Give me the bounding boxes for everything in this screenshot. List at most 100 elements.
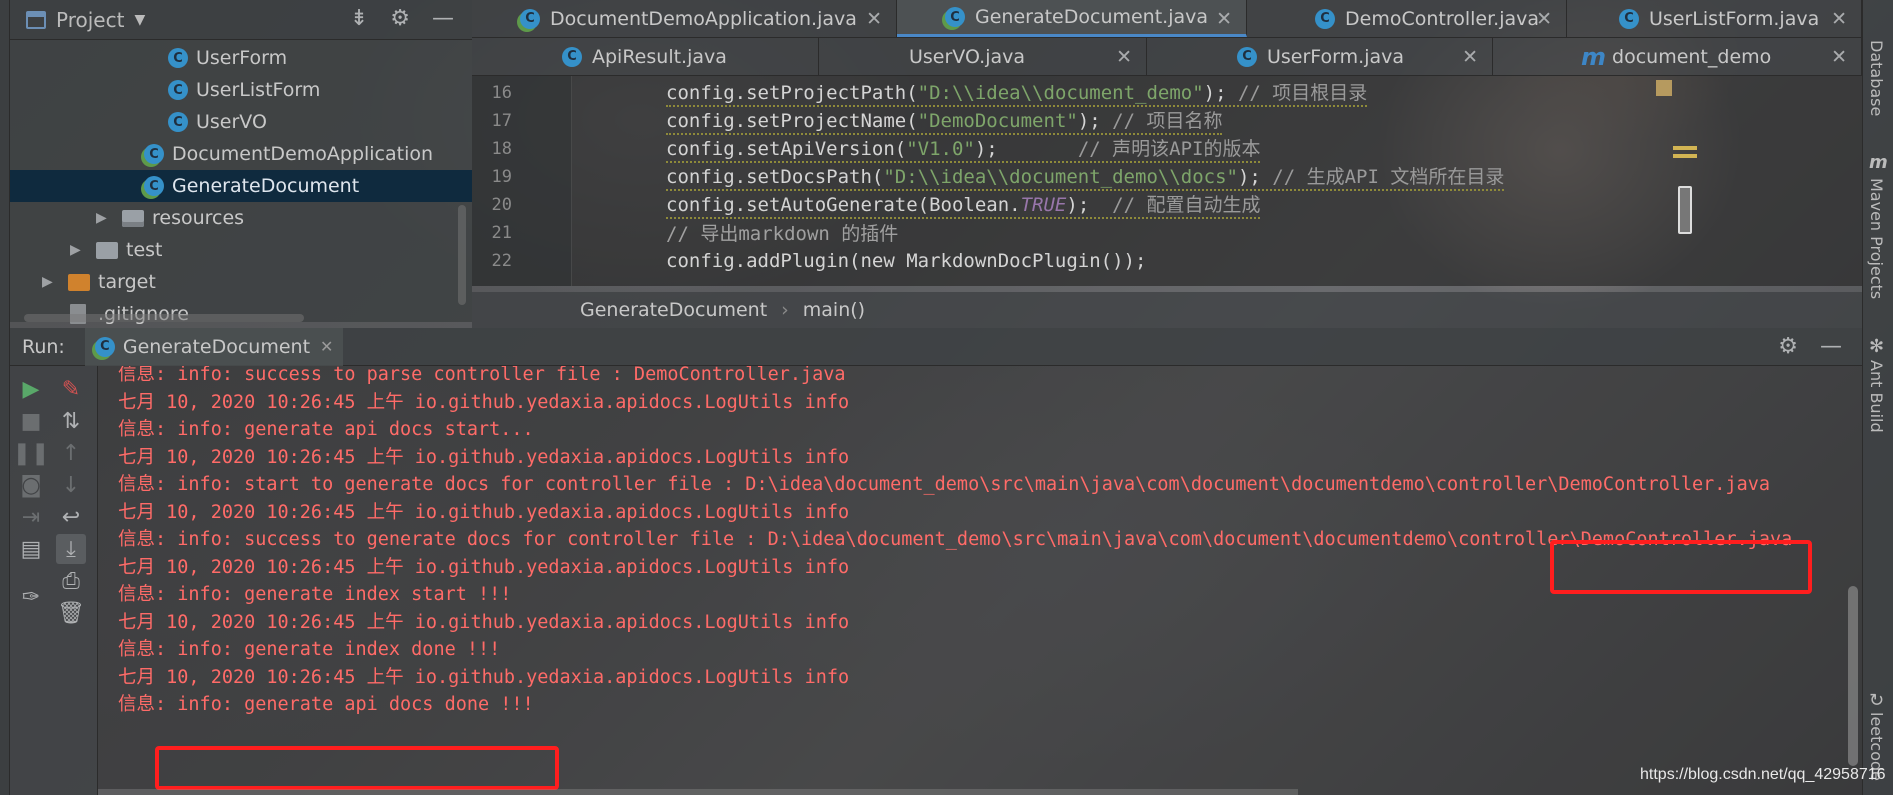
close-icon[interactable]: ✕ (1831, 46, 1847, 68)
exit-icon[interactable]: ⇥ (16, 502, 46, 532)
minimize-icon[interactable]: — (432, 6, 454, 31)
down-arrow-icon[interactable]: ↓ (56, 470, 86, 500)
tab-document-demo[interactable]: m document_demo ✕ (1493, 38, 1862, 75)
tab-apiresult[interactable]: C ApiResult.java (472, 38, 819, 75)
gear-icon[interactable]: ⚙ (1778, 334, 1798, 359)
gear-icon[interactable]: ⚙ (390, 6, 410, 31)
maven-icon: m (1869, 152, 1888, 173)
camera-icon[interactable]: ◙ (16, 470, 46, 500)
chevron-right-icon[interactable]: ▶ (42, 274, 56, 290)
project-title: Project (56, 7, 125, 32)
run-tab-generatedocument[interactable]: C GenerateDocument ✕ (84, 327, 344, 366)
watermark: https://blog.csdn.net/qq_42958716 (1640, 766, 1886, 783)
breadcrumb: GenerateDocument › main() (472, 292, 1862, 328)
ant-icon: ✻ (1869, 336, 1885, 357)
resources-folder-icon (122, 209, 144, 227)
log-line: 信息: info: generate api docs done !!! (118, 693, 534, 715)
close-icon[interactable]: ✕ (1536, 8, 1552, 30)
left-tool-strip (0, 0, 10, 795)
database-tool-button[interactable]: Database (1867, 40, 1886, 116)
close-icon[interactable]: ✕ (1216, 8, 1232, 30)
tree-item-userform[interactable]: C UserForm (10, 42, 472, 74)
tree-item-label: GenerateDocument (172, 175, 360, 197)
tree-item-generatedocument[interactable]: C GenerateDocument (10, 170, 472, 202)
code-text: config.addPlugin(new MarkdownDocPlugin()… (666, 249, 1147, 272)
close-icon[interactable]: ✕ (320, 337, 333, 356)
inspection-status-icon[interactable] (1656, 80, 1672, 96)
project-view-selector[interactable]: Project ▼ (26, 8, 145, 32)
editor-scrollbar[interactable] (1678, 186, 1692, 234)
tab-documentdemoapplication[interactable]: C DocumentDemoApplication.java ✕ (472, 0, 897, 37)
project-panel-header: Project ▼ ⇟ ⚙ — (10, 0, 472, 40)
clear-icon[interactable]: ✎ (56, 374, 86, 404)
trash-icon[interactable]: 🗑 (56, 598, 86, 628)
run-tab-label: GenerateDocument (122, 335, 311, 358)
line-number: 20 (491, 194, 512, 215)
breadcrumb-method[interactable]: main() (803, 299, 865, 321)
close-icon[interactable]: ✕ (1831, 8, 1847, 30)
code-text: config.setDocsPath("D:\\idea\\document_d… (666, 162, 1505, 191)
code-text: config.setAutoGenerate(Boolean.TRUE); //… (666, 190, 1261, 219)
runnable-class-icon: C (144, 176, 164, 196)
class-icon: C (1619, 8, 1639, 29)
highlight-box-democontroller (1550, 540, 1812, 594)
console-scrollbar[interactable] (1848, 586, 1858, 766)
tab-userlistform[interactable]: C UserListForm.java ✕ (1567, 0, 1862, 37)
tab-label: DocumentDemoApplication.java (550, 7, 857, 30)
tab-generatedocument[interactable]: C GenerateDocument.java ✕ (897, 0, 1247, 37)
line-number: 18 (491, 138, 512, 159)
runnable-class-icon: C (945, 7, 965, 27)
code-line: 22 config.addPlugin(new MarkdownDocPlugi… (472, 244, 1772, 277)
close-icon[interactable]: ✕ (1462, 46, 1478, 68)
horizontal-scrollbar[interactable] (24, 314, 304, 322)
collapse-all-icon[interactable]: ⇟ (350, 6, 368, 31)
close-icon[interactable]: ✕ (1116, 46, 1132, 68)
right-tool-strip: Database m Maven Projects ✻ Ant Build ↻ … (1862, 0, 1893, 795)
tree-item-userlistform[interactable]: C UserListForm (10, 74, 472, 106)
sort-icon[interactable]: ⇅ (56, 406, 86, 436)
tree-item-target[interactable]: ▶ target (10, 266, 472, 298)
tree-item-documentdemoapplication[interactable]: C DocumentDemoApplication (10, 138, 472, 170)
tree-item-test[interactable]: ▶ test (10, 234, 472, 266)
pause-icon[interactable]: ❚❚ (13, 438, 50, 468)
soft-wrap-icon[interactable]: ↩ (56, 502, 86, 532)
stop-icon[interactable]: ■ (16, 406, 46, 436)
code-editor[interactable]: 16 config.setProjectPath("D:\\idea\\docu… (472, 76, 1862, 286)
class-icon: C (168, 80, 188, 100)
minimize-icon[interactable]: — (1820, 334, 1842, 359)
print-icon[interactable]: ⎙ (56, 566, 86, 596)
scroll-to-end-icon[interactable]: ⤓ (56, 534, 86, 564)
tab-userform[interactable]: C UserForm.java ✕ (1147, 38, 1493, 75)
highlight-box-docs-done (155, 746, 559, 790)
pin-icon[interactable]: ✑ (16, 582, 46, 612)
breadcrumb-class[interactable]: GenerateDocument (580, 299, 767, 321)
console-output[interactable]: 信息: info: success to parse controller fi… (98, 366, 1862, 795)
tab-democontroller[interactable]: C DemoController.java ✕ (1247, 0, 1567, 37)
class-icon: C (1237, 46, 1257, 67)
maven-projects-tool-button[interactable]: Maven Projects (1867, 178, 1886, 299)
project-icon (26, 10, 46, 29)
chevron-right-icon[interactable]: ▶ (70, 242, 84, 258)
tab-uservo[interactable]: UserVO.java ✕ (819, 38, 1147, 75)
tree-item-uservo[interactable]: C UserVO (10, 106, 472, 138)
console-horizontal-scrollbar[interactable] (98, 789, 1298, 795)
spring-class-icon: C (520, 8, 540, 29)
tree-item-label: DocumentDemoApplication (172, 143, 434, 165)
project-tree: C UserForm C UserListForm C UserVO C Doc… (10, 40, 472, 325)
error-stripe-marker[interactable] (1673, 146, 1697, 150)
layout-icon[interactable]: ▤ (16, 534, 46, 564)
tab-label: ApiResult.java (592, 45, 727, 68)
folder-icon (96, 241, 118, 259)
leetcode-icon: ↻ (1869, 690, 1885, 711)
close-icon[interactable]: ✕ (866, 8, 882, 30)
vertical-scrollbar[interactable] (458, 205, 466, 305)
ant-build-tool-button[interactable]: Ant Build (1867, 360, 1886, 433)
chevron-right-icon: › (781, 299, 789, 321)
maven-icon: m (1581, 42, 1607, 71)
chevron-right-icon[interactable]: ▶ (96, 210, 110, 226)
rerun-icon[interactable]: ▶ (16, 374, 46, 404)
up-arrow-icon[interactable]: ↑ (56, 438, 86, 468)
run-panel-header: Run: C GenerateDocument ✕ ⚙ — (10, 327, 1862, 366)
tree-item-label: UserForm (196, 47, 288, 69)
tree-item-resources[interactable]: ▶ resources (10, 202, 472, 234)
